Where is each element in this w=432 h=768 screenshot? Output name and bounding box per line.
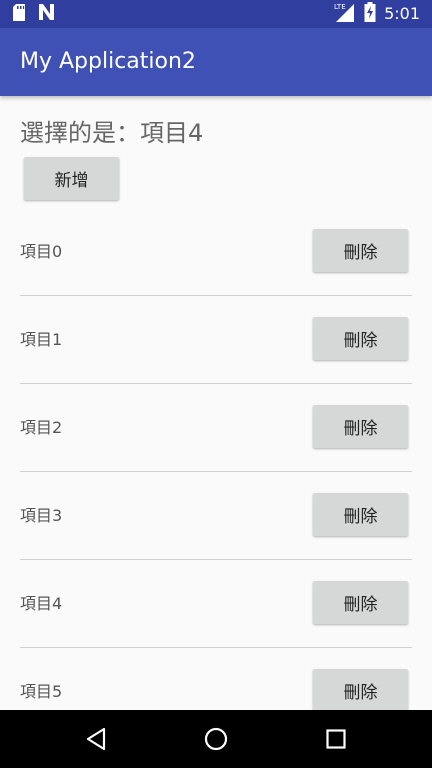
- selection-text: 選擇的是：項目4: [20, 119, 204, 147]
- clock: 5:01: [384, 4, 420, 23]
- lte-signal-icon: LTE: [334, 2, 356, 26]
- list-item[interactable]: 項目3 刪除: [0, 472, 432, 560]
- app-bar: My Application2: [0, 28, 432, 96]
- navigation-bar: [0, 710, 432, 768]
- item-label: 項目0: [20, 242, 63, 261]
- list-item[interactable]: 項目5 刪除: [0, 648, 432, 710]
- list-item[interactable]: 項目4 刪除: [0, 560, 432, 648]
- delete-button[interactable]: 刪除: [313, 229, 408, 272]
- n-notification-icon: [38, 4, 55, 24]
- item-label: 項目2: [20, 418, 63, 437]
- item-label: 項目5: [20, 682, 63, 701]
- item-label: 項目4: [20, 594, 63, 613]
- item-label: 項目1: [20, 330, 63, 349]
- status-bar: LTE 5:01: [0, 0, 432, 28]
- list-item[interactable]: 項目2 刪除: [0, 384, 432, 472]
- item-label: 項目3: [20, 506, 63, 525]
- recents-icon[interactable]: [326, 727, 346, 755]
- delete-button[interactable]: 刪除: [313, 493, 408, 536]
- home-icon[interactable]: [204, 727, 228, 755]
- item-list[interactable]: 項目0 刪除 項目1 刪除 項目2 刪除 項目3 刪除 項目4 刪除 項目5 刪…: [0, 208, 432, 710]
- list-item[interactable]: 項目0 刪除: [0, 208, 432, 296]
- delete-button[interactable]: 刪除: [313, 317, 408, 360]
- back-icon[interactable]: [85, 727, 107, 755]
- battery-charging-icon: [364, 2, 376, 26]
- lte-label: LTE: [334, 3, 346, 11]
- app-title: My Application2: [20, 49, 196, 74]
- main-content[interactable]: 選擇的是：項目4 新增 項目0 刪除 項目1 刪除 項目2 刪除 項目3 刪除 …: [0, 96, 432, 710]
- add-button[interactable]: 新增: [24, 157, 119, 200]
- delete-button[interactable]: 刪除: [313, 581, 408, 624]
- delete-button[interactable]: 刪除: [313, 669, 408, 710]
- delete-button[interactable]: 刪除: [313, 405, 408, 448]
- sd-card-icon: [12, 3, 26, 25]
- list-item[interactable]: 項目1 刪除: [0, 296, 432, 384]
